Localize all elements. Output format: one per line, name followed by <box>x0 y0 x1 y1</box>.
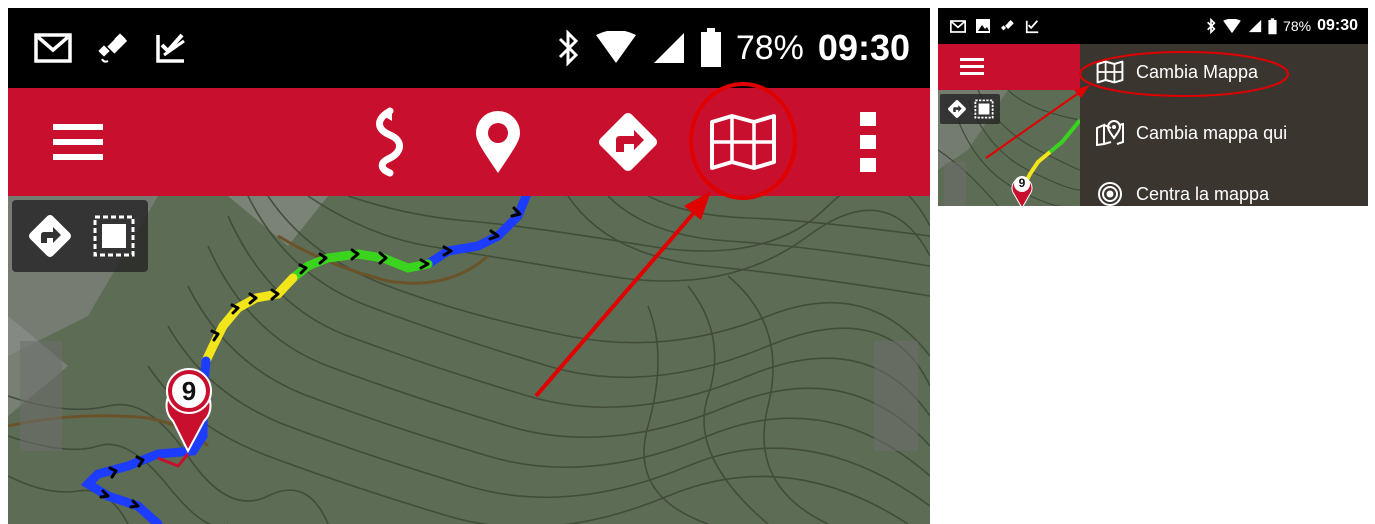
route-button[interactable] <box>348 88 428 196</box>
battery-percent: 78% <box>735 28 804 67</box>
battery-percent: 78% <box>1283 18 1312 34</box>
map-icon <box>710 114 776 170</box>
wifi-icon <box>595 31 636 63</box>
overflow-menu-button[interactable] <box>838 88 898 196</box>
status-bar: 78% 09:30 <box>8 8 930 88</box>
image-icon <box>976 19 990 33</box>
waypoint-marker-label[interactable]: 9 <box>1016 176 1028 190</box>
menu-icon <box>53 124 103 160</box>
menu-item-label: Centra la mappa <box>1136 183 1270 204</box>
menu-item-label: Cambia Mappa <box>1136 61 1259 82</box>
navigate-icon[interactable] <box>24 210 76 262</box>
overflow-menu-icon <box>860 112 876 172</box>
waypoint-button[interactable] <box>458 88 538 196</box>
gmail-icon <box>34 33 72 63</box>
map-controls <box>940 94 1000 124</box>
overflow-menu: Cambia Mappa Cambia mappa qui Centra la … <box>1080 44 1368 206</box>
battery-icon <box>700 28 721 67</box>
map-pin-icon <box>1090 120 1130 146</box>
right-screenshot: 78% 09:30 9 Cambia Mappa Cambia mappa qu… <box>938 8 1368 206</box>
target-icon <box>1090 181 1130 206</box>
gmail-icon <box>950 19 966 33</box>
bluetooth-icon <box>1207 18 1216 34</box>
bluetooth-icon <box>558 29 578 67</box>
navigate-icon <box>598 112 658 172</box>
checklist-icon <box>1025 19 1039 33</box>
satellite-icon <box>98 33 128 63</box>
wifi-icon <box>1223 18 1241 33</box>
left-side-handle[interactable] <box>20 341 62 451</box>
menu-item-label: Cambia mappa qui <box>1136 122 1288 143</box>
clock-time: 09:30 <box>1317 17 1358 34</box>
left-screenshot: 78% 09:30 9 <box>8 8 930 524</box>
select-area-icon[interactable] <box>92 214 136 258</box>
battery-icon <box>1268 17 1277 34</box>
app-toolbar <box>938 44 1080 90</box>
menu-button[interactable] <box>38 88 118 196</box>
clock-time: 09:30 <box>817 27 910 68</box>
checklist-icon <box>156 33 185 63</box>
change-map-button[interactable] <box>698 88 788 196</box>
status-bar: 78% 09:30 <box>938 8 1368 44</box>
signal-icon <box>653 33 684 63</box>
waypoint-marker-label[interactable]: 9 <box>177 376 201 407</box>
topo-map[interactable]: 9 <box>8 196 930 524</box>
map-controls <box>12 200 148 272</box>
waypoint-icon <box>476 111 520 173</box>
menu-item-cambia-mappa-qui[interactable]: Cambia mappa qui <box>1080 110 1368 156</box>
right-side-handle[interactable] <box>874 341 918 451</box>
satellite-icon <box>1001 19 1014 30</box>
topo-map[interactable]: 9 <box>938 90 1080 206</box>
navigate-button[interactable] <box>583 88 673 196</box>
signal-icon <box>1248 19 1262 33</box>
navigate-icon[interactable] <box>946 98 968 120</box>
menu-item-centra-la-mappa[interactable]: Centra la mappa <box>1080 172 1368 206</box>
menu-icon[interactable] <box>960 58 984 76</box>
left-side-handle[interactable] <box>944 162 966 206</box>
route-icon <box>376 107 403 177</box>
app-toolbar <box>8 88 930 196</box>
map-icon <box>1090 60 1130 84</box>
menu-item-cambia-mappa[interactable]: Cambia Mappa <box>1080 50 1368 94</box>
select-area-icon[interactable] <box>974 99 994 119</box>
